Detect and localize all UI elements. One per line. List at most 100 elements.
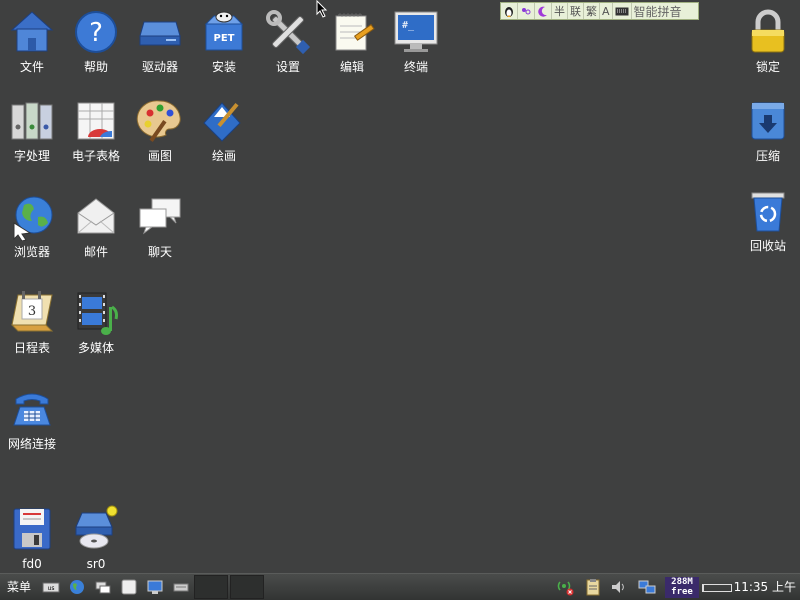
- keyboard-layout-icon[interactable]: us: [42, 578, 60, 596]
- desktop-icon-wordproc[interactable]: 字处理: [0, 97, 64, 163]
- desktop-icon-browser[interactable]: 浏览器: [0, 193, 64, 259]
- floppy-icon: [13, 508, 51, 550]
- help-icon: ?: [75, 11, 117, 53]
- desktop-icon-label: 网络连接: [7, 437, 56, 451]
- chat-bubbles-icon: [139, 198, 181, 235]
- desktop-icon-multimedia[interactable]: 多媒体: [64, 289, 128, 355]
- terminal-icon: #_: [394, 11, 438, 52]
- desktop-icon-compress[interactable]: 压缩: [736, 97, 800, 163]
- desktop-icon-settings[interactable]: 设置: [256, 8, 320, 74]
- desktop-icon-label: 编辑: [339, 60, 364, 74]
- spreadsheet-icon: [77, 102, 115, 140]
- svg-text:3: 3: [28, 304, 36, 319]
- clock[interactable]: 11:35 上午: [734, 578, 796, 596]
- cpu-usage-bar: [702, 584, 732, 592]
- desktop-icon-label: 压缩: [755, 149, 780, 163]
- desktop-icon-label: 绘画: [211, 149, 236, 163]
- desktop-icon-spreadsheet[interactable]: 电子表格: [64, 97, 128, 163]
- task-slot-1[interactable]: [194, 575, 228, 599]
- network-connection-icon[interactable]: [638, 578, 656, 596]
- monitor-icon[interactable]: [146, 578, 164, 596]
- tux-icon[interactable]: [501, 3, 518, 19]
- desktop-icon-label: 画图: [147, 149, 172, 163]
- desktop-icon-label: 日程表: [13, 341, 50, 355]
- envelope-icon: [77, 198, 115, 234]
- desktop-icon-label: 电子表格: [71, 149, 120, 163]
- network-status-icon[interactable]: [556, 578, 574, 596]
- pet-package-icon: PET: [204, 11, 244, 51]
- taskbar: 菜单 us 288M free 11:35 上午: [0, 573, 800, 600]
- desktop-icon-label: 浏览器: [13, 245, 50, 259]
- desktop-icon-mail[interactable]: 邮件: [64, 193, 128, 259]
- desktop-icon-label: 多媒体: [77, 341, 114, 355]
- desktop-icon-label: sr0: [86, 557, 106, 571]
- globe-icon: [13, 196, 53, 241]
- draw-brush-icon: [203, 102, 241, 142]
- desktop-icon-label: 文件: [19, 60, 44, 74]
- optical-drive-icon: [75, 505, 118, 549]
- desktop-icon-label: 设置: [275, 60, 300, 74]
- archive-box-icon: [751, 102, 785, 140]
- recycle-bin-icon: [751, 192, 785, 232]
- desktop-icon-label: 回收站: [749, 239, 786, 253]
- desktop-icon-terminal[interactable]: #_ 终端: [384, 8, 448, 74]
- desktop-icon-edit[interactable]: 编辑: [320, 8, 384, 74]
- desktop-icon-calendar[interactable]: 3 日程表: [0, 289, 64, 355]
- desktop-icon-label: fd0: [22, 557, 42, 571]
- desktop-icon-help[interactable]: ? 帮助: [64, 8, 128, 74]
- memory-free-indicator: 288M free: [665, 577, 699, 598]
- moon-icon[interactable]: [535, 3, 552, 19]
- task-slot-2[interactable]: [230, 575, 264, 599]
- svg-text:#_: #_: [402, 20, 415, 31]
- home-folder-icon: [10, 11, 54, 52]
- ime-mode-label[interactable]: 智能拼音: [632, 3, 684, 19]
- desktop-icon-sr0[interactable]: sr0: [64, 505, 128, 571]
- desktop-icon-chat[interactable]: 聊天: [128, 193, 192, 259]
- desktop-icon-draw[interactable]: 绘画: [192, 97, 256, 163]
- desktop-icon-install[interactable]: PET 安装: [192, 8, 256, 74]
- calendar-icon: 3: [10, 291, 54, 332]
- desktop-icon-label: 帮助: [83, 60, 108, 74]
- desktop-icon-paint[interactable]: 画图: [128, 97, 192, 163]
- desktop-icon-label: 终端: [403, 60, 428, 74]
- desktop-icon-label: 聊天: [147, 245, 172, 259]
- traditional-toggle[interactable]: 繁: [584, 3, 600, 19]
- windows-icon[interactable]: [94, 578, 112, 596]
- drive-small-icon[interactable]: [172, 578, 190, 596]
- desktop-icon-label: 邮件: [83, 245, 108, 259]
- desktop-icon-label: 安装: [211, 60, 236, 74]
- desktop-icon-file[interactable]: 文件: [0, 8, 64, 74]
- svg-text:?: ?: [89, 18, 103, 48]
- browser-globe-icon[interactable]: [68, 578, 86, 596]
- tools-icon: [266, 10, 311, 55]
- association-toggle[interactable]: 联: [568, 3, 584, 19]
- drive-icon: [139, 21, 181, 46]
- half-width-toggle[interactable]: 半: [552, 3, 568, 19]
- alpha-toggle[interactable]: A: [600, 3, 613, 19]
- notepad-pencil-icon: [335, 13, 375, 51]
- volume-icon[interactable]: [610, 578, 628, 596]
- dots-icon[interactable]: [518, 3, 535, 19]
- desktop-icon-label: 字处理: [13, 149, 50, 163]
- desktop-icon-network[interactable]: 网络连接: [0, 385, 64, 451]
- clipboard-icon[interactable]: [584, 578, 602, 596]
- desktop-icon-lock[interactable]: 锁定: [736, 8, 800, 74]
- show-desktop-icon[interactable]: [120, 578, 138, 596]
- svg-text:us: us: [48, 585, 55, 592]
- desktop-icon-trash[interactable]: 回收站: [736, 187, 800, 253]
- desktop-icon-label: 驱动器: [141, 60, 178, 74]
- palette-icon: [136, 100, 181, 142]
- svg-text:PET: PET: [214, 33, 235, 44]
- binders-icon: [11, 102, 53, 140]
- keyboard-icon[interactable]: [613, 3, 632, 19]
- desktop-icon-drives[interactable]: 驱动器: [128, 8, 192, 74]
- desktop-icon-fd0[interactable]: fd0: [0, 505, 64, 571]
- film-music-icon: [77, 292, 118, 335]
- desktop: 文件 ? 帮助 驱动器 PET 安装 设置 编辑 #_ 终端 锁定 字处理 电子…: [0, 0, 800, 600]
- start-menu-button[interactable]: 菜单: [3, 577, 35, 597]
- ime-toolbar: 半 联 繁 A 智能拼音: [500, 2, 699, 20]
- mouse-cursor-icon: [316, 0, 328, 18]
- telephone-icon: [13, 393, 51, 426]
- padlock-icon: [751, 9, 785, 53]
- desktop-icon-label: 锁定: [755, 60, 780, 74]
